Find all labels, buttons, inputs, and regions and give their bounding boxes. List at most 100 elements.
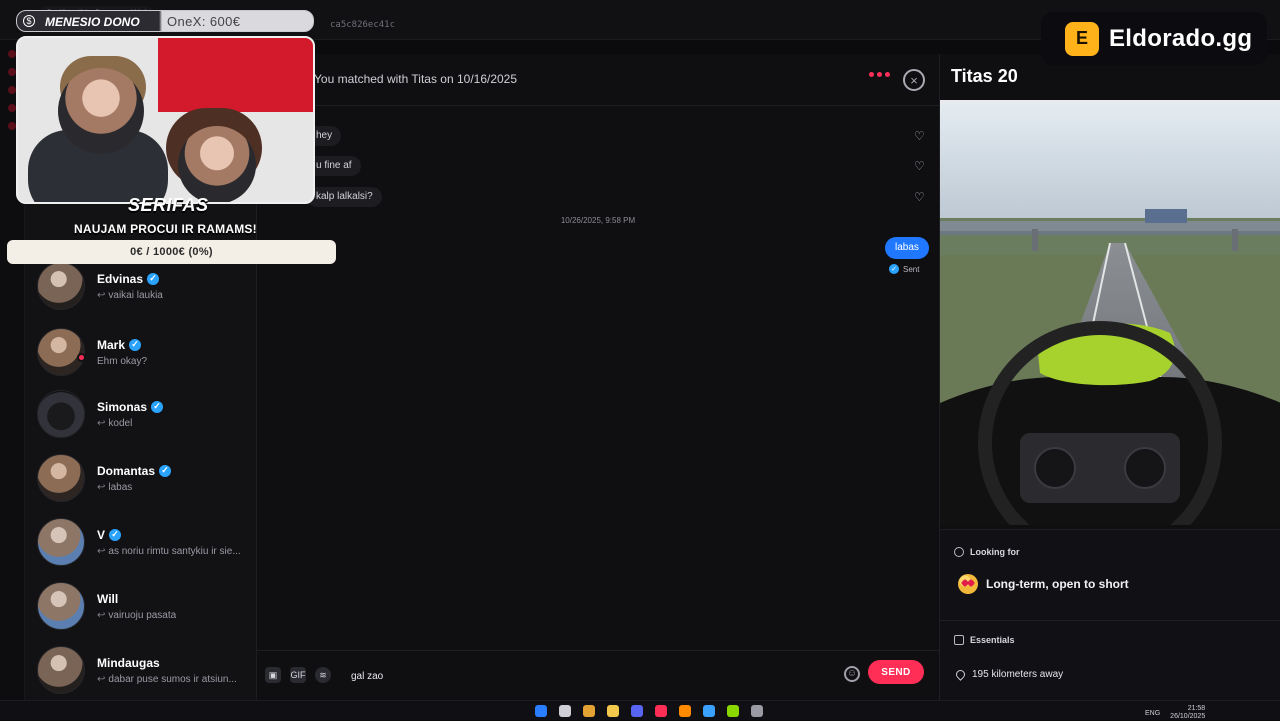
taskbar: ENG 21:58 26/10/2025 xyxy=(0,700,1280,720)
tractor-photo-svg xyxy=(940,103,1280,525)
match-text: Mindaugas ↩ dabar puse sumos ir atsiun... xyxy=(97,656,237,685)
reply-icon: ↩ xyxy=(97,289,106,301)
app-icon[interactable] xyxy=(583,705,595,717)
match-item[interactable]: Mark ✓ Ehm okay? xyxy=(37,322,247,382)
app-icon[interactable] xyxy=(727,705,739,717)
distance-text: 195 kilometers away xyxy=(972,669,1064,680)
webcam-person xyxy=(178,126,256,202)
match-name-text: V xyxy=(97,527,106,542)
match-last-message-text: Ehm okay? xyxy=(97,355,148,367)
match-last-message-text: vairuoju pasata xyxy=(108,609,177,621)
send-button[interactable]: SEND xyxy=(868,660,924,684)
essentials-label: Essentials xyxy=(954,635,1015,645)
composer: ▣ GIF ≋ ☺ SEND xyxy=(257,650,939,700)
match-name-text: Mark xyxy=(97,337,126,352)
verified-badge-icon: ✓ xyxy=(147,272,160,285)
close-icon[interactable]: × xyxy=(903,69,925,91)
match-last-message-text: labas xyxy=(108,481,133,493)
match-item[interactable]: Will ↩ vairuoju pasata xyxy=(37,576,247,636)
message-input[interactable] xyxy=(349,665,829,687)
match-text: V ✓ ↩ as noriu rimtu santykiu ir sie... xyxy=(97,528,241,557)
match-item[interactable]: Simonas ✓ ↩ kodel xyxy=(37,384,247,444)
match-text: Mark ✓ Ehm okay? xyxy=(97,338,147,367)
discord-icon[interactable] xyxy=(631,705,643,717)
system-tray: ENG 21:58 26/10/2025 xyxy=(1145,705,1205,721)
match-last-message: ↩ as noriu rimtu santykiu ir sie... xyxy=(97,546,241,557)
windows-start-icon[interactable] xyxy=(535,705,547,717)
match-last-message-text: kodel xyxy=(108,417,133,429)
match-name-text: Mindaugas xyxy=(97,655,160,670)
match-name-text: Will xyxy=(97,591,119,606)
sponsor-name: Eldorado.gg xyxy=(1109,24,1253,52)
overpass-pillar xyxy=(1232,229,1238,251)
rail-dot xyxy=(8,122,16,130)
match-item[interactable]: Mindaugas ↩ dabar puse sumos ir atsiun... xyxy=(37,640,247,700)
incoming-message: u fine af xyxy=(307,156,361,176)
like-heart-icon[interactable]: ♡ xyxy=(914,130,926,142)
coin-icon: $ xyxy=(23,15,35,27)
match-last-message: ↩ vairuoju pasata xyxy=(97,610,176,621)
profile-name-age: Titas 20 xyxy=(951,66,1018,86)
sponsor-badge: E Eldorado.gg xyxy=(1041,12,1267,65)
sent-label: Sent xyxy=(903,264,920,274)
location-pin-icon xyxy=(954,668,967,681)
rail-dot xyxy=(8,68,16,76)
date-separator: 10/26/2025, 9:58 PM xyxy=(560,216,636,225)
folder-icon[interactable] xyxy=(607,705,619,717)
taskbar-apps xyxy=(535,705,763,717)
donor-banner: $ MENESIO DONO OneX: 600€ xyxy=(16,10,314,32)
emoji-icon[interactable]: ☺ xyxy=(844,666,860,682)
looking-for-text: Long-term, open to short xyxy=(986,577,1129,591)
match-last-message: ↩ dabar puse sumos ir atsiun... xyxy=(97,674,237,685)
match-last-message-text: as noriu rimtu santykiu ir sie... xyxy=(108,545,241,557)
match-item[interactable]: Domantas ✓ ↩ labas xyxy=(37,448,247,508)
settings-icon[interactable] xyxy=(751,705,763,717)
onex-amount: OneX: 600€ xyxy=(167,14,241,29)
app-icon[interactable] xyxy=(559,705,571,717)
profile-photo[interactable] xyxy=(940,100,1280,525)
essentials-section: Essentials 195 kilometers away xyxy=(940,620,1280,700)
clock-time: 21:58 xyxy=(1187,705,1206,712)
webcam-background-red xyxy=(158,38,313,112)
avatar xyxy=(37,390,85,438)
language-indicator[interactable]: ENG xyxy=(1145,710,1160,717)
like-heart-icon[interactable]: ♡ xyxy=(914,191,926,203)
reply-icon: ↩ xyxy=(97,481,106,493)
avatar xyxy=(37,518,85,566)
app-icon[interactable] xyxy=(703,705,715,717)
match-item[interactable]: Edvinas ✓ ↩ vaikai laukia xyxy=(37,256,247,316)
music-icon[interactable]: ≋ xyxy=(315,667,331,683)
looking-for-value: Long-term, open to short xyxy=(958,574,1129,594)
avatar xyxy=(37,262,85,310)
match-text: Domantas ✓ ↩ labas xyxy=(97,463,172,493)
match-last-message-text: dabar puse sumos ir atsiun... xyxy=(108,673,237,685)
essentials-label-text: Essentials xyxy=(970,635,1015,645)
outgoing-message: labas xyxy=(885,237,929,259)
match-last-message: ↩ kodel xyxy=(97,418,163,429)
reply-icon: ↩ xyxy=(97,673,106,685)
avatar xyxy=(37,454,85,502)
attachment-icon[interactable]: ▣ xyxy=(265,667,281,683)
browser-address-fragment: ca5c826ec41c xyxy=(330,20,396,30)
truck xyxy=(1145,209,1187,223)
webcam-overlay xyxy=(16,36,315,204)
match-name-text: Simonas xyxy=(97,399,148,414)
online-status-dot xyxy=(77,353,86,362)
reply-icon: ↩ xyxy=(97,417,106,429)
opera-icon[interactable] xyxy=(655,705,667,717)
reply-icon: ↩ xyxy=(97,609,106,621)
like-heart-icon[interactable]: ♡ xyxy=(914,160,926,172)
sent-check-icon: ✓ xyxy=(889,264,899,274)
sky xyxy=(940,103,1280,233)
stream-tagline: NAUJAM PROCUI IR RAMAMS! xyxy=(74,222,257,236)
clock[interactable]: 21:58 26/10/2025 xyxy=(1170,705,1205,721)
dot-icon xyxy=(885,72,890,77)
match-name-text: Domantas xyxy=(97,463,156,478)
match-item[interactable]: V ✓ ↩ as noriu rimtu santykiu ir sie... xyxy=(37,512,247,572)
app-icon[interactable] xyxy=(679,705,691,717)
gif-button[interactable]: GIF xyxy=(290,667,306,683)
verified-badge-icon: ✓ xyxy=(109,528,122,541)
match-name: Mark ✓ xyxy=(97,338,147,352)
match-last-message-text: vaikai laukia xyxy=(108,289,163,301)
more-options-button[interactable] xyxy=(869,72,890,77)
